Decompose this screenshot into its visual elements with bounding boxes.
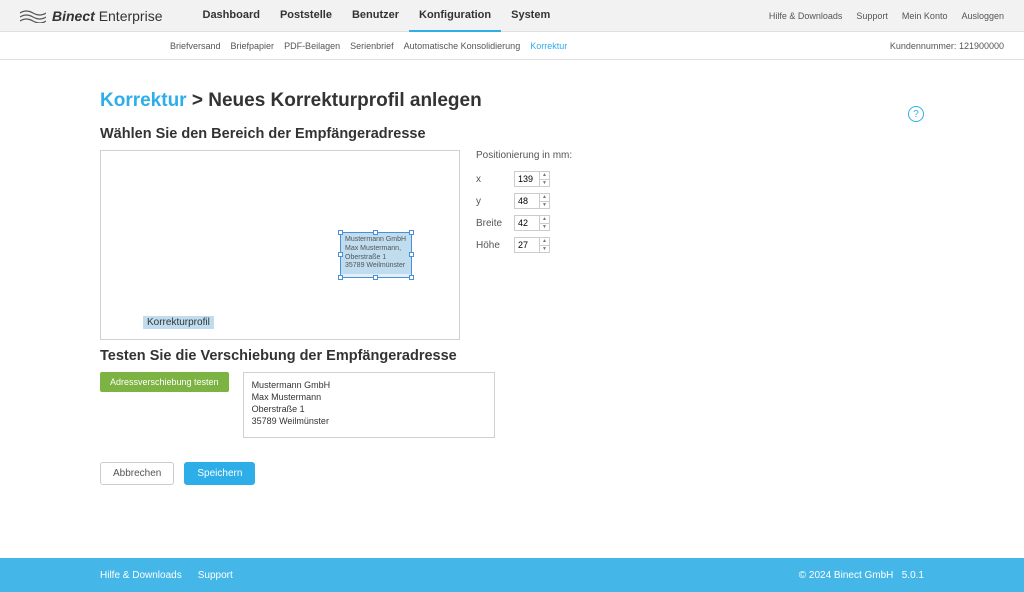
section2-heading: Testen Sie die Verschiebung der Empfänge…: [100, 348, 1024, 364]
page-title: Korrektur > Neues Korrekturprofil anlege…: [100, 90, 1024, 112]
subnav-briefpapier[interactable]: Briefpapier: [231, 41, 275, 51]
pos-row-hoehe: Höhe ▲▼: [476, 237, 572, 253]
pos-row-x: x ▲▼: [476, 171, 572, 187]
pos-hoehe-input[interactable]: [515, 238, 539, 252]
cancel-button[interactable]: Abbrechen: [100, 462, 174, 485]
footer-right: © 2024 Binect GmbH 5.0.1: [799, 570, 924, 581]
kundennummer-label: Kundennummer:: [890, 41, 959, 51]
breadcrumb-current: Neues Korrekturprofil anlegen: [208, 90, 481, 111]
nav-konfiguration[interactable]: Konfiguration: [409, 0, 501, 32]
resize-handle-br[interactable]: [409, 275, 414, 280]
subnav-auto[interactable]: Automatische Konsolidierung: [404, 41, 521, 51]
resize-handle-mr[interactable]: [409, 252, 414, 257]
area-row: Mustermann GmbH Max Mustermann, Oberstra…: [100, 150, 1024, 340]
resize-handle-tm[interactable]: [373, 230, 378, 235]
pos-breite-up[interactable]: ▲: [540, 216, 549, 224]
sub-nav: Briefversand Briefpapier PDF-Beilagen Se…: [170, 41, 567, 51]
pos-y-input[interactable]: [515, 194, 539, 208]
pos-x-up[interactable]: ▲: [540, 172, 549, 180]
pos-hoehe-down[interactable]: ▼: [540, 246, 549, 253]
sel-addr-l1: Mustermann GmbH: [345, 236, 407, 245]
brand-logo[interactable]: Binect Enterprise: [20, 8, 163, 24]
pos-breite-input[interactable]: [515, 216, 539, 230]
brand-text: Binect Enterprise: [52, 8, 163, 24]
test-section: Testen Sie die Verschiebung der Empfänge…: [100, 348, 1024, 438]
link-ausloggen[interactable]: Ausloggen: [961, 11, 1004, 21]
nav-poststelle[interactable]: Poststelle: [270, 0, 342, 32]
topbar: Binect Enterprise Dashboard Poststelle B…: [0, 0, 1024, 32]
nav-dashboard[interactable]: Dashboard: [193, 0, 270, 32]
pos-breite-label: Breite: [476, 218, 506, 229]
selection-box[interactable]: Mustermann GmbH Max Mustermann, Oberstra…: [340, 232, 412, 278]
content: ? Korrektur > Neues Korrekturprofil anle…: [0, 60, 1024, 525]
breadcrumb-link[interactable]: Korrektur: [100, 90, 187, 111]
resize-handle-bm[interactable]: [373, 275, 378, 280]
main-nav: Dashboard Poststelle Benutzer Konfigurat…: [193, 0, 561, 32]
addr-l2: Max Mustermann: [252, 391, 486, 403]
pos-hoehe-up[interactable]: ▲: [540, 238, 549, 246]
kundennummer-value: 121900000: [959, 41, 1004, 51]
link-support[interactable]: Support: [856, 11, 888, 21]
sel-addr-l2: Max Mustermann,: [345, 245, 407, 254]
pos-x-input[interactable]: [515, 172, 539, 186]
footer-hilfe[interactable]: Hilfe & Downloads: [100, 570, 182, 581]
addr-l1: Mustermann GmbH: [252, 379, 486, 391]
footer-support[interactable]: Support: [198, 570, 233, 581]
pos-y-spinner[interactable]: ▲▼: [514, 193, 550, 209]
pos-x-label: x: [476, 174, 506, 185]
section1-heading: Wählen Sie den Bereich der Empfängeradre…: [100, 126, 1024, 142]
pos-hoehe-spinner[interactable]: ▲▼: [514, 237, 550, 253]
link-konto[interactable]: Mein Konto: [902, 11, 948, 21]
pos-hoehe-label: Höhe: [476, 240, 506, 251]
subnav-korrektur[interactable]: Korrektur: [530, 41, 567, 51]
topbar-right: Hilfe & Downloads Support Mein Konto Aus…: [769, 11, 1004, 21]
pos-breite-spinner[interactable]: ▲▼: [514, 215, 550, 231]
positioning-title: Positionierung in mm:: [476, 150, 572, 161]
breadcrumb-sep: >: [187, 90, 209, 111]
addr-l3: Oberstraße 1: [252, 403, 486, 415]
pos-breite-down[interactable]: ▼: [540, 224, 549, 231]
logo-icon: [20, 9, 46, 23]
nav-benutzer[interactable]: Benutzer: [342, 0, 409, 32]
pos-x-spinner[interactable]: ▲▼: [514, 171, 550, 187]
sel-addr-l4: 35789 Weilmünster: [345, 262, 407, 271]
pos-row-y: y ▲▼: [476, 193, 572, 209]
subnav-pdf[interactable]: PDF-Beilagen: [284, 41, 340, 51]
resize-handle-tl[interactable]: [338, 230, 343, 235]
footer-links: Hilfe & Downloads Support: [100, 570, 233, 581]
addr-l4: 35789 Weilmünster: [252, 415, 486, 427]
test-row: Adressverschiebung testen Mustermann Gmb…: [100, 372, 1024, 438]
help-icon[interactable]: ?: [908, 106, 924, 122]
resize-handle-ml[interactable]: [338, 252, 343, 257]
pos-y-up[interactable]: ▲: [540, 194, 549, 202]
subnav-serienbrief[interactable]: Serienbrief: [350, 41, 394, 51]
pos-row-breite: Breite ▲▼: [476, 215, 572, 231]
address-display: Mustermann GmbH Max Mustermann Oberstraß…: [243, 372, 495, 438]
positioning-panel: Positionierung in mm: x ▲▼ y ▲▼ Breite: [476, 150, 572, 259]
kundennummer: Kundennummer: 121900000: [890, 41, 1004, 51]
pos-y-label: y: [476, 196, 506, 207]
pos-x-down[interactable]: ▼: [540, 180, 549, 187]
actions-row: Abbrechen Speichern: [100, 462, 1024, 485]
selection-address: Mustermann GmbH Max Mustermann, Oberstra…: [341, 233, 411, 274]
footer-copyright: © 2024 Binect GmbH: [799, 570, 894, 581]
preview-box[interactable]: Mustermann GmbH Max Mustermann, Oberstra…: [100, 150, 460, 340]
footer-version: 5.0.1: [902, 570, 924, 581]
test-button[interactable]: Adressverschiebung testen: [100, 372, 229, 392]
resize-handle-bl[interactable]: [338, 275, 343, 280]
sel-addr-l3: Oberstraße 1: [345, 254, 407, 263]
pos-y-down[interactable]: ▼: [540, 202, 549, 209]
subnav-briefversand[interactable]: Briefversand: [170, 41, 221, 51]
nav-system[interactable]: System: [501, 0, 560, 32]
footer: Hilfe & Downloads Support © 2024 Binect …: [0, 558, 1024, 592]
profile-highlight: Korrekturprofil: [143, 316, 214, 329]
subbar: Briefversand Briefpapier PDF-Beilagen Se…: [0, 32, 1024, 60]
resize-handle-tr[interactable]: [409, 230, 414, 235]
save-button[interactable]: Speichern: [184, 462, 255, 485]
link-hilfe[interactable]: Hilfe & Downloads: [769, 11, 843, 21]
